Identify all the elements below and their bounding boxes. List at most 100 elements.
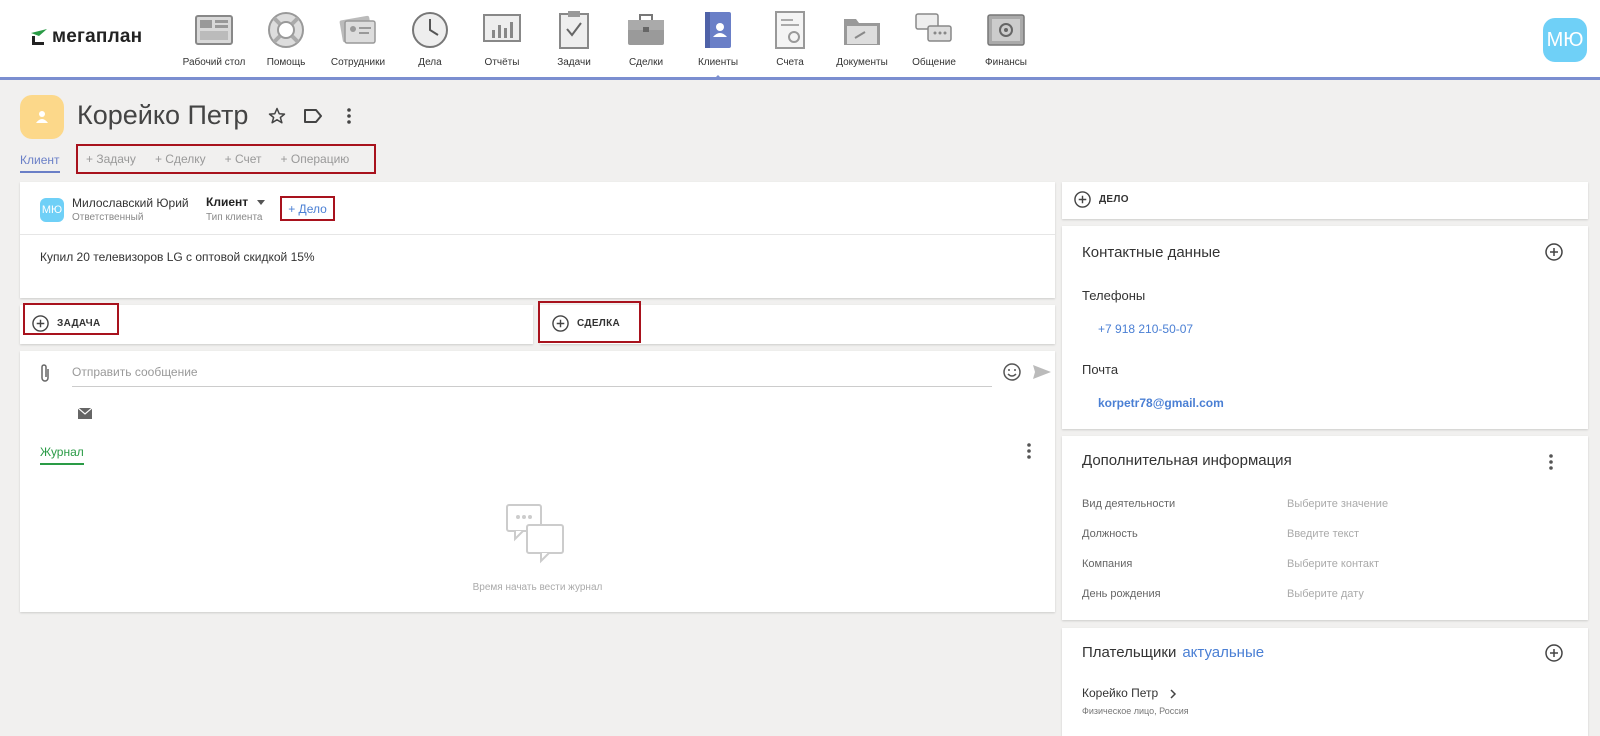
- client-type-label: Тип клиента: [206, 212, 263, 223]
- nav-help[interactable]: Помощь: [250, 10, 322, 78]
- clients-icon: [698, 10, 738, 50]
- plus-circle-icon: [32, 315, 49, 332]
- plus-circle-icon: [1074, 191, 1091, 208]
- caret-down-icon: [257, 200, 266, 206]
- nav-communication[interactable]: Общение: [898, 10, 970, 78]
- add-delo-right-button[interactable]: ДЕЛО: [1074, 191, 1129, 208]
- logo-mark-icon: [31, 29, 47, 45]
- email-icon[interactable]: [77, 406, 93, 424]
- nav-label: Общение: [912, 57, 956, 68]
- nav-tasks[interactable]: Задачи: [538, 10, 610, 78]
- more-vertical-icon[interactable]: [1027, 443, 1031, 464]
- field-key: Компания: [1082, 558, 1133, 570]
- email-link[interactable]: korpetr78@gmail.com: [1098, 396, 1224, 410]
- deal-card: СДЕЛКА: [538, 301, 1055, 344]
- right-delo-card: ДЕЛО: [1062, 182, 1588, 219]
- client-type-value: Клиент: [206, 195, 249, 209]
- user-avatar[interactable]: МЮ: [1543, 18, 1587, 62]
- add-operation-link[interactable]: + Операцию: [281, 152, 350, 166]
- message-input[interactable]: [72, 357, 992, 387]
- top-navbar: мегаплан Рабочий стол Помощь Сотрудники …: [0, 0, 1600, 80]
- responsible-label: Ответственный: [72, 212, 144, 223]
- deal-label: СДЕЛКА: [577, 318, 621, 329]
- nav-clients[interactable]: Клиенты: [682, 10, 754, 80]
- person-icon: [36, 111, 48, 123]
- add-delo-button[interactable]: + Дело: [280, 196, 335, 221]
- payer-link[interactable]: Корейко Петр: [1082, 686, 1177, 700]
- safe-icon: [986, 10, 1026, 50]
- logo[interactable]: мегаплан: [30, 26, 142, 48]
- nav-employees[interactable]: Сотрудники: [322, 10, 394, 78]
- nav-label: Сотрудники: [330, 57, 386, 68]
- payers-filter[interactable]: актуальные: [1182, 644, 1264, 661]
- invoice-icon: [770, 10, 810, 50]
- nav-finance[interactable]: Финансы: [970, 10, 1042, 78]
- payers-card: Плательщики актуальные Корейко Петр Физич…: [1062, 628, 1588, 736]
- add-deal-link[interactable]: + Сделку: [155, 152, 206, 166]
- field-value[interactable]: Выберите значение: [1287, 498, 1388, 510]
- nav-label: Рабочий стол: [182, 57, 246, 68]
- briefcase-icon: [626, 10, 666, 50]
- nav-reports[interactable]: Отчёты: [466, 10, 538, 78]
- payers-title-text: Плательщики: [1082, 644, 1177, 661]
- chevron-right-icon: [1170, 689, 1176, 699]
- add-task-link[interactable]: + Задачу: [86, 152, 136, 166]
- record-tabs: Клиент: [20, 145, 60, 175]
- nav-deals[interactable]: Сделки: [610, 10, 682, 78]
- nav-label: Финансы: [985, 57, 1027, 68]
- nav-label: Сделки: [628, 57, 664, 68]
- message-card: Журнал Время начать вести журнал: [20, 351, 1055, 612]
- field-key: День рождения: [1082, 588, 1161, 600]
- nav-desktop[interactable]: Рабочий стол: [178, 10, 250, 78]
- client-type-select[interactable]: Клиент: [206, 195, 266, 209]
- title-actions: [266, 105, 360, 127]
- contact-avatar: [20, 95, 64, 139]
- tasks-icon: [554, 10, 594, 50]
- page-title: Корейко Петр: [77, 100, 249, 130]
- phones-label: Телефоны: [1082, 288, 1146, 303]
- add-task-button[interactable]: ЗАДАЧА: [32, 315, 101, 332]
- tag-icon[interactable]: [302, 105, 324, 127]
- contacts-card: Контактные данные Телефоны +7 918 210-50…: [1062, 226, 1588, 429]
- tab-client[interactable]: Клиент: [20, 153, 60, 173]
- task-label: ЗАДАЧА: [57, 318, 101, 329]
- nav-label: Помощь: [266, 57, 306, 68]
- responsible-avatar[interactable]: МЮ: [40, 198, 64, 222]
- nav-invoices[interactable]: Счета: [754, 10, 826, 78]
- lifebuoy-icon: [266, 10, 306, 50]
- field-value[interactable]: Выберите контакт: [1287, 558, 1379, 570]
- add-invoice-link[interactable]: + Счет: [225, 152, 262, 166]
- email-label: Почта: [1082, 362, 1119, 377]
- field-value[interactable]: Введите текст: [1287, 528, 1359, 540]
- nav-label: Дела: [418, 57, 442, 68]
- empty-journal-text: Время начать вести журнал: [472, 582, 603, 593]
- responsible-name[interactable]: Милославский Юрий: [72, 196, 189, 210]
- more-vertical-icon[interactable]: [1549, 454, 1553, 475]
- contacts-title: Контактные данные: [1082, 244, 1221, 261]
- logo-text: мегаплан: [52, 26, 143, 47]
- desktop-icon: [194, 10, 234, 50]
- field-key: Вид деятельности: [1082, 498, 1176, 510]
- client-note[interactable]: Купил 20 телевизоров LG с оптовой скидко…: [40, 250, 315, 264]
- extra-info-card: Дополнительная информация Вид деятельнос…: [1062, 436, 1588, 620]
- payers-title: Плательщики актуальные: [1082, 644, 1264, 661]
- nav-affairs[interactable]: Дела: [394, 10, 466, 78]
- nav-label: Клиенты: [697, 57, 739, 68]
- phone-link[interactable]: +7 918 210-50-07: [1098, 322, 1193, 336]
- more-vertical-icon[interactable]: [338, 105, 360, 127]
- field-value[interactable]: Выберите дату: [1287, 588, 1364, 600]
- tab-journal[interactable]: Журнал: [40, 445, 84, 465]
- star-icon[interactable]: [266, 105, 288, 127]
- nav-documents[interactable]: Документы: [826, 10, 898, 78]
- add-payer-icon[interactable]: [1545, 644, 1563, 667]
- add-contact-icon[interactable]: [1545, 243, 1563, 266]
- send-icon[interactable]: [1032, 364, 1052, 385]
- extra-info-title: Дополнительная информация: [1082, 452, 1292, 469]
- payer-name: Корейко Петр: [1082, 686, 1159, 700]
- chat-icon: [914, 10, 954, 50]
- paperclip-icon[interactable]: [40, 363, 50, 388]
- folder-icon: [842, 10, 882, 50]
- nav-label: Задачи: [557, 57, 591, 68]
- add-deal-button[interactable]: СДЕЛКА: [552, 315, 620, 332]
- emoji-icon[interactable]: [1003, 363, 1021, 386]
